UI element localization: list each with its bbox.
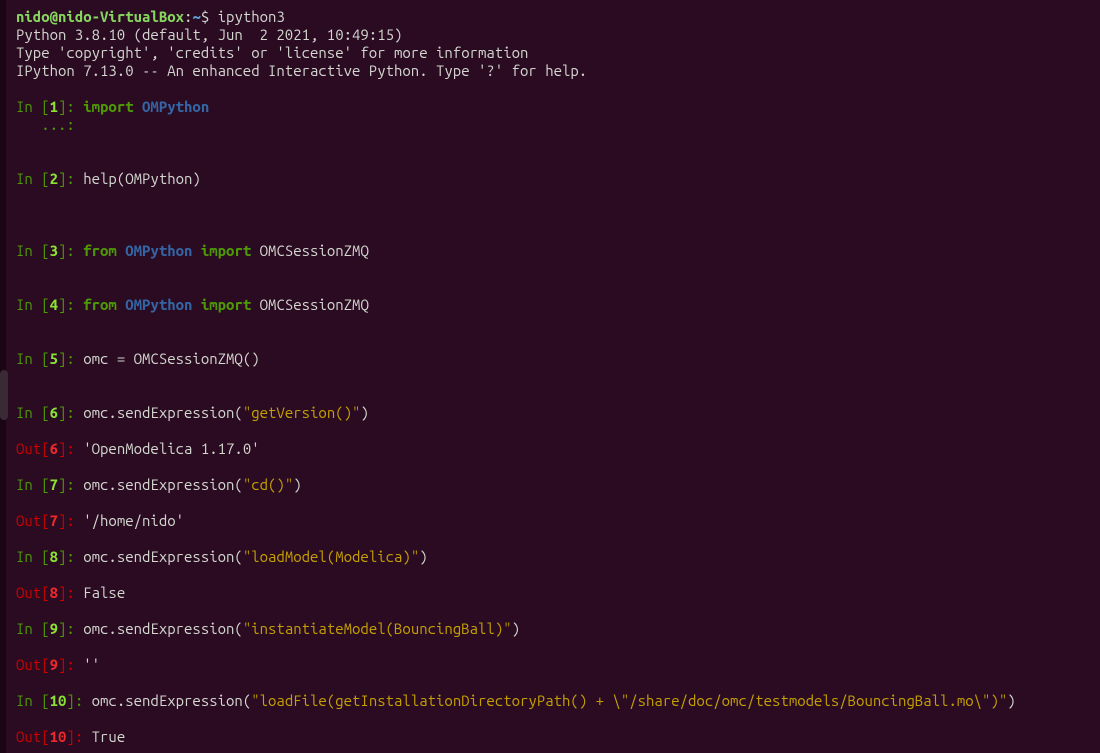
python-version: Python 3.8.10 (default, Jun 2 2021, 10:4… <box>16 26 1088 44</box>
out-8: Out[8]: False <box>16 584 1088 602</box>
in-2: In [2]: help(OMPython) <box>16 170 1088 188</box>
ipython-version: IPython 7.13.0 -- An enhanced Interactiv… <box>16 62 1088 80</box>
in-9: In [9]: omc.sendExpression("instantiateM… <box>16 620 1088 638</box>
in-3: In [3]: from OMPython import OMCSessionZ… <box>16 242 1088 260</box>
out-6: Out[6]: 'OpenModelica 1.17.0' <box>16 440 1088 458</box>
blank-line <box>16 80 1088 98</box>
shell-prompt-line: nido@nido-VirtualBox:~$ ipython3 <box>16 8 1088 26</box>
in-1-continuation: ...: <box>16 116 1088 134</box>
prompt-path: ~ <box>192 8 200 25</box>
scrollbar-thumb[interactable] <box>0 370 8 420</box>
in-5: In [5]: omc = OMCSessionZMQ() <box>16 350 1088 368</box>
command-text: ipython3 <box>218 8 285 25</box>
in-8: In [8]: omc.sendExpression("loadModel(Mo… <box>16 548 1088 566</box>
terminal-content[interactable]: nido@nido-VirtualBox:~$ ipython3 Python … <box>16 8 1088 746</box>
out-10: Out[10]: True <box>16 728 1088 746</box>
in-1: In [1]: import OMPython <box>16 98 1088 116</box>
out-7: Out[7]: '/home/nido' <box>16 512 1088 530</box>
out-9: Out[9]: '' <box>16 656 1088 674</box>
python-copyright: Type 'copyright', 'credits' or 'license'… <box>16 44 1088 62</box>
in-7: In [7]: omc.sendExpression("cd()") <box>16 476 1088 494</box>
prompt-user: nido <box>16 8 50 25</box>
in-10: In [10]: omc.sendExpression("loadFile(ge… <box>16 692 1088 710</box>
prompt-host: nido-VirtualBox <box>58 8 184 25</box>
in-4: In [4]: from OMPython import OMCSessionZ… <box>16 296 1088 314</box>
in-6: In [6]: omc.sendExpression("getVersion()… <box>16 404 1088 422</box>
